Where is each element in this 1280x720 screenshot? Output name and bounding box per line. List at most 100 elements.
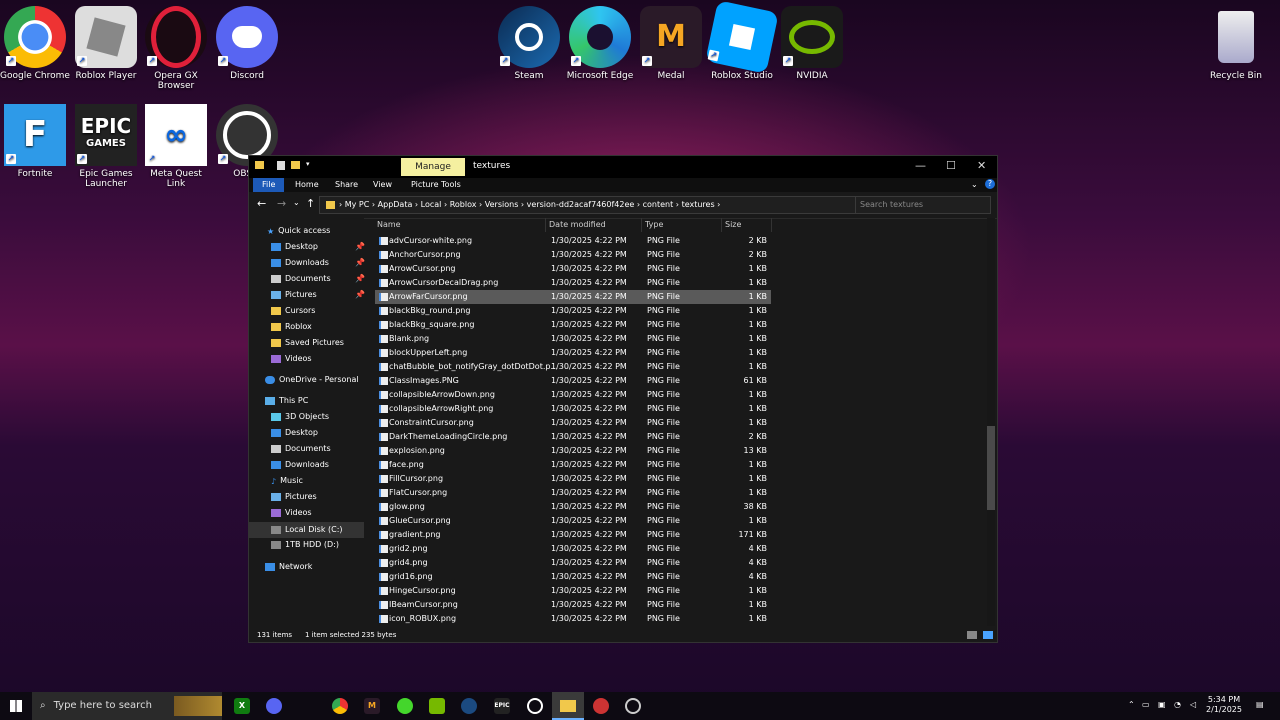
forward-icon[interactable]: → — [277, 197, 286, 210]
tab-view[interactable]: View — [373, 180, 392, 189]
show-hidden-icons[interactable]: ⌃ — [1128, 700, 1135, 710]
nav-pictures[interactable]: Pictures 📌 — [271, 290, 365, 299]
desktop-icon-medal[interactable]: M ↗ Medal — [636, 6, 706, 81]
large-icons-view-icon[interactable] — [983, 631, 993, 639]
nav-this-pc[interactable]: This PC — [265, 396, 308, 405]
razer-icon[interactable] — [397, 698, 413, 714]
nav-pc-desktop[interactable]: Desktop — [271, 428, 318, 437]
file-row[interactable]: grid16.png 1/30/2025 4:22 PM PNG File 4 KB — [375, 570, 771, 584]
back-icon[interactable]: ← — [257, 197, 266, 210]
new-folder-icon[interactable] — [291, 161, 300, 169]
file-row[interactable]: blackBkg_round.png 1/30/2025 4:22 PM PNG F… — [375, 304, 771, 318]
desktop-icon-fortnite[interactable]: F ↗ Fortnite — [0, 104, 70, 179]
file-row[interactable]: HingeCursor.png 1/30/2025 4:22 PM PNG File… — [375, 584, 771, 598]
breadcrumb-item[interactable]: Roblox — [450, 200, 477, 209]
file-explorer-taskbar-button[interactable] — [552, 692, 584, 720]
breadcrumb-item[interactable]: content — [643, 200, 674, 209]
file-row[interactable]: ArrowCursor.png 1/30/2025 4:22 PM PNG File… — [375, 262, 771, 276]
properties-icon[interactable] — [277, 161, 285, 170]
wifi-icon[interactable]: ◔ — [1174, 700, 1181, 710]
column-header-name[interactable]: Name — [375, 218, 546, 232]
file-row[interactable]: collapsibleArrowDown.png 1/30/2025 4:22 P… — [375, 388, 771, 402]
nav-documents[interactable]: Documents 📌 — [271, 274, 365, 283]
file-row[interactable]: GlueCursor.png 1/30/2025 4:22 PM PNG File 1… — [375, 514, 771, 528]
roblox-studio-icon[interactable] — [593, 698, 609, 714]
desktop-icon-chrome[interactable]: ↗ Google Chrome — [0, 6, 70, 81]
nav-downloads[interactable]: Downloads 📌 — [271, 258, 365, 267]
nav-cursors[interactable]: Cursors — [271, 306, 315, 315]
file-row[interactable]: ArrowCursorDecalDrag.png 1/30/2025 4:22 P… — [375, 276, 771, 290]
details-view-icon[interactable] — [967, 631, 977, 639]
nav-music[interactable]: ♪ Music — [271, 476, 303, 486]
breadcrumb-item[interactable]: Local — [421, 200, 442, 209]
steam-icon[interactable] — [461, 698, 477, 714]
tab-picture-tools[interactable]: Picture Tools — [411, 180, 461, 189]
column-header-type[interactable]: Type — [643, 218, 722, 232]
file-row[interactable]: IBeamCursor.png 1/30/2025 4:22 PM PNG File… — [375, 598, 771, 612]
medal-icon[interactable]: M — [364, 698, 380, 714]
obs-icon[interactable] — [527, 698, 543, 714]
scrollbar-thumb[interactable] — [987, 426, 995, 510]
nav-quick-access[interactable]: ★ Quick access — [267, 226, 330, 236]
minimize-icon[interactable]: — — [915, 159, 926, 172]
notifications-icon[interactable]: ▤ — [1256, 700, 1264, 710]
desktop-icon-recycle-bin[interactable]: Recycle Bin — [1201, 6, 1271, 81]
search-input[interactable]: Search textures — [855, 196, 991, 214]
nav-network[interactable]: Network — [265, 562, 312, 571]
quick-access-dropdown-icon[interactable]: ▾ — [306, 160, 310, 168]
file-row[interactable]: FlatCursor.png 1/30/2025 4:22 PM PNG File 1… — [375, 486, 771, 500]
column-header-date[interactable]: Date modified — [547, 218, 642, 232]
epic-games-icon[interactable]: EPIC — [494, 698, 510, 714]
file-row[interactable]: face.png 1/30/2025 4:22 PM PNG File 1 KB — [375, 458, 771, 472]
file-row[interactable]: ConstraintCursor.png 1/30/2025 4:22 PM PNG… — [375, 416, 771, 430]
nav-pc-pictures[interactable]: Pictures — [271, 492, 317, 501]
display-icon[interactable]: ▣ — [1158, 700, 1166, 710]
close-icon[interactable]: ✕ — [977, 159, 986, 172]
breadcrumb-item[interactable]: My PC — [345, 200, 370, 209]
nav-local-disk[interactable]: Local Disk (C:) — [249, 522, 364, 538]
desktop-icon-epic-games[interactable]: EPIC GAMES ↗ Epic Games Launcher — [71, 104, 141, 189]
file-row[interactable]: advCursor-white.png 1/30/2025 4:22 PM PNG … — [375, 234, 771, 248]
desktop-icon-edge[interactable]: ↗ Microsoft Edge — [565, 6, 635, 81]
tab-share[interactable]: Share — [335, 180, 358, 189]
file-row[interactable]: Blank.png 1/30/2025 4:22 PM PNG File 1 KB — [375, 332, 771, 346]
recent-dropdown-icon[interactable]: ⌄ — [293, 198, 300, 207]
help-icon[interactable]: ? — [985, 179, 995, 189]
tab-file[interactable]: File — [253, 178, 285, 192]
clock[interactable]: 5:34 PM 2/1/2025 — [1202, 695, 1246, 715]
file-row[interactable]: ArrowFarCursor.png 1/30/2025 4:22 PM PNG F… — [375, 290, 771, 304]
tab-manage[interactable]: Manage — [401, 158, 465, 176]
xbox-icon[interactable]: X — [234, 698, 250, 714]
file-row[interactable]: blackBkg_square.png 1/30/2025 4:22 PM PNG … — [375, 318, 771, 332]
desktop-icon-discord[interactable]: ↗ Discord — [212, 6, 282, 81]
nav-pc-downloads[interactable]: Downloads — [271, 460, 329, 469]
file-row[interactable]: collapsibleArrowRight.png 1/30/2025 4:22 … — [375, 402, 771, 416]
breadcrumb-item[interactable]: Versions — [485, 200, 519, 209]
up-icon[interactable]: ↑ — [306, 197, 315, 210]
nav-pc-documents[interactable]: Documents — [271, 444, 331, 453]
file-row[interactable]: AnchorCursor.png 1/30/2025 4:22 PM PNG Fil… — [375, 248, 771, 262]
chrome-icon[interactable] — [332, 698, 348, 714]
desktop-icon-nvidia[interactable]: ↗ NVIDIA — [777, 6, 847, 81]
file-row[interactable]: DarkThemeLoadingCircle.png 1/30/2025 4:22… — [375, 430, 771, 444]
address-bar[interactable]: › My PC › AppData › Local › Roblox › Ver… — [319, 196, 857, 214]
file-row[interactable]: FillCursor.png 1/30/2025 4:22 PM PNG File 1… — [375, 472, 771, 486]
file-row[interactable]: grid4.png 1/30/2025 4:22 PM PNG File 4 KB — [375, 556, 771, 570]
breadcrumb-item[interactable]: AppData — [378, 200, 413, 209]
nav-desktop[interactable]: Desktop 📌 — [271, 242, 365, 251]
volume-icon[interactable]: ◁ — [1190, 700, 1196, 710]
desktop-icon-roblox-studio[interactable]: ↗ Roblox Studio — [705, 0, 779, 81]
desktop-icon-roblox-player[interactable]: ↗ Roblox Player — [71, 6, 141, 81]
maximize-icon[interactable]: ☐ — [946, 159, 956, 172]
nav-onedrive[interactable]: OneDrive - Personal — [265, 375, 359, 384]
search-highlight-icon[interactable] — [174, 696, 222, 716]
nav-roblox[interactable]: Roblox — [271, 322, 312, 331]
file-row[interactable]: explosion.png 1/30/2025 4:22 PM PNG File 13… — [375, 444, 771, 458]
expand-ribbon-icon[interactable]: ⌄ — [971, 180, 978, 189]
breadcrumb-item[interactable]: version-dd2acaf7460f42ee — [527, 200, 635, 209]
desktop-icon-meta-quest[interactable]: ∞ ↗ Meta Quest Link — [141, 104, 211, 189]
nav-videos[interactable]: Videos — [271, 354, 312, 363]
file-row[interactable]: gradient.png 1/30/2025 4:22 PM PNG File 171… — [375, 528, 771, 542]
file-row[interactable]: blockUpperLeft.png 1/30/2025 4:22 PM PNG F… — [375, 346, 771, 360]
network-icon[interactable]: ▭ — [1142, 700, 1150, 710]
